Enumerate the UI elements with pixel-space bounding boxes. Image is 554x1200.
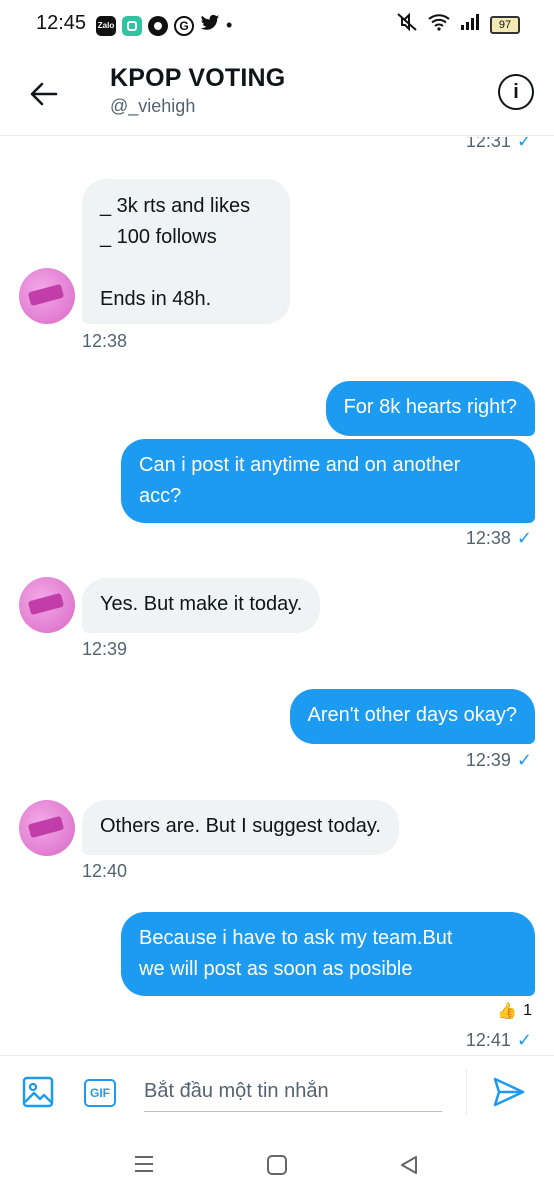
- square-icon: [267, 1155, 287, 1175]
- message-timestamp: 12:40: [82, 861, 128, 881]
- send-button[interactable]: [492, 1076, 526, 1113]
- incoming-message-bubble[interactable]: _ 3k rts and likes _ 100 follows Ends in…: [82, 179, 290, 324]
- recent-apps-button[interactable]: [133, 1154, 155, 1179]
- home-button[interactable]: [266, 1154, 288, 1181]
- checkmark-icon: ✓: [516, 1030, 532, 1050]
- triangle-back-icon: [401, 1156, 417, 1174]
- message-input[interactable]: [144, 1072, 442, 1112]
- google-icon: G: [174, 15, 194, 36]
- send-icon: [493, 1077, 525, 1107]
- system-navbar: [0, 1130, 554, 1200]
- message-timestamp: 12:31 ✓: [466, 137, 532, 152]
- outgoing-message-bubble[interactable]: Aren't other days okay?: [289, 689, 535, 744]
- gif-button[interactable]: GIF: [84, 1079, 116, 1107]
- reaction-count: 1: [523, 1002, 532, 1019]
- conversation-title: KPOP VOTING: [110, 64, 286, 92]
- avatar[interactable]: [19, 577, 75, 633]
- message-timestamp: 12:38: [82, 331, 128, 351]
- battery-indicator: 97: [490, 15, 520, 34]
- message-timestamp: 12:41 ✓: [465, 1030, 532, 1050]
- back-nav-button[interactable]: [398, 1154, 420, 1181]
- conversation-handle: @_viehigh: [110, 96, 196, 116]
- message-timestamp: 12:38 ✓: [465, 528, 532, 548]
- divider: [466, 1070, 467, 1114]
- app-icon: [122, 15, 142, 36]
- checkmark-icon: ✓: [516, 137, 532, 151]
- outgoing-message-bubble[interactable]: Because i have to ask my team.But we wil…: [121, 912, 535, 996]
- message-list[interactable]: 12:31 ✓ _ 3k rts and likes _ 100 follows …: [0, 137, 554, 1055]
- status-time: 12:45: [36, 12, 87, 34]
- thumbs-up-icon: 👍: [497, 1003, 518, 1020]
- checkmark-icon: ✓: [516, 528, 532, 548]
- headset-icon: [148, 15, 168, 36]
- signal-icon: [460, 13, 480, 36]
- outgoing-message-bubble[interactable]: Can i post it anytime and on another acc…: [121, 439, 535, 523]
- outgoing-message-bubble[interactable]: For 8k hearts right?: [325, 381, 535, 436]
- more-dot: •: [226, 15, 233, 35]
- incoming-message-bubble[interactable]: Yes. But make it today.: [82, 578, 321, 633]
- checkmark-icon: ✓: [516, 750, 532, 770]
- status-bar: 12:45 Zalo G • 97: [0, 0, 554, 50]
- image-icon: [22, 1076, 54, 1108]
- status-right: 97: [396, 12, 520, 37]
- zalo-icon: Zalo: [96, 15, 116, 36]
- reaction[interactable]: 👍 1: [497, 1001, 532, 1021]
- incoming-message-bubble[interactable]: Others are. But I suggest today.: [82, 800, 399, 855]
- arrow-left-icon: [30, 82, 58, 106]
- twitter-icon: [200, 14, 220, 37]
- message-timestamp: 12:39: [82, 639, 128, 659]
- mute-icon: [396, 12, 418, 37]
- info-button[interactable]: i: [498, 74, 534, 110]
- wifi-icon: [428, 13, 450, 36]
- avatar[interactable]: [19, 800, 75, 856]
- message-composer: GIF: [0, 1055, 554, 1130]
- message-timestamp: 12:39 ✓: [465, 750, 532, 770]
- info-icon: i: [513, 80, 519, 103]
- avatar[interactable]: [19, 268, 75, 324]
- menu-icon: [135, 1156, 153, 1172]
- media-button[interactable]: [22, 1076, 54, 1113]
- status-app-icons: Zalo G •: [96, 14, 232, 37]
- conversation-header: KPOP VOTING @_viehigh i: [0, 50, 554, 136]
- back-button[interactable]: [22, 72, 66, 116]
